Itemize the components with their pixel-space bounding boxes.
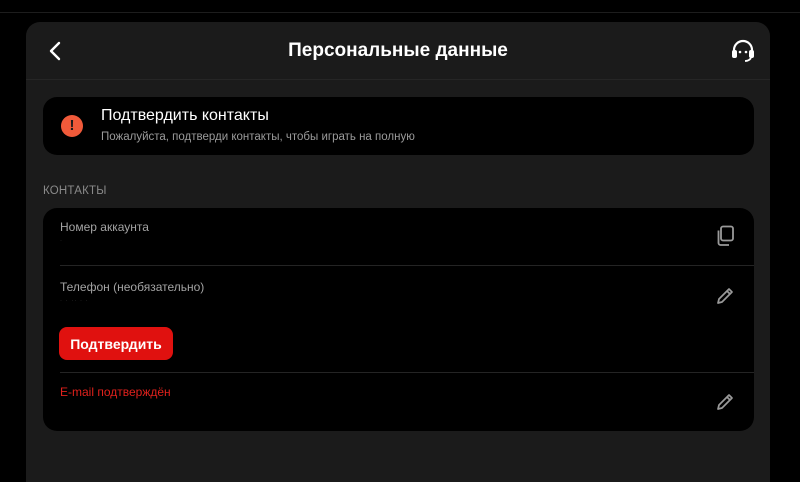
pencil-icon xyxy=(717,394,733,410)
alert-title: Подтвердить контакты xyxy=(101,107,269,124)
copy-button[interactable] xyxy=(713,224,737,248)
email-status: E-mail подтверждён xyxy=(60,385,171,399)
personal-data-panel: Персональные данные ! Подтвердить контак… xyxy=(26,22,770,482)
row-divider xyxy=(60,265,754,266)
header: Персональные данные xyxy=(26,22,770,80)
account-number-value: · xyxy=(60,238,63,244)
support-button[interactable] xyxy=(728,37,758,65)
phone-value: · · ·· · · xyxy=(60,298,89,304)
page-title: Персональные данные xyxy=(288,40,508,61)
exclamation-icon: ! xyxy=(61,115,83,137)
contacts-section-label: КОНТАКТЫ xyxy=(43,185,107,197)
edit-email-button[interactable] xyxy=(713,390,737,414)
edit-phone-button[interactable] xyxy=(713,284,737,308)
contacts-card: Номер аккаунта · Телефон (необязательно)… xyxy=(43,208,754,431)
copy-icon xyxy=(717,225,734,246)
pencil-icon xyxy=(717,288,733,304)
alert-subtitle: Пожалуйста, подтверди контакты, чтобы иг… xyxy=(101,131,415,143)
headset-icon xyxy=(732,39,754,62)
confirm-contacts-alert[interactable]: ! Подтвердить контакты Пожалуйста, подтв… xyxy=(43,97,754,155)
row-divider xyxy=(60,372,754,373)
confirm-phone-button[interactable]: Подтвердить xyxy=(59,327,173,360)
phone-label: Телефон (необязательно) xyxy=(60,280,205,294)
account-number-label: Номер аккаунта xyxy=(60,220,149,234)
top-divider xyxy=(0,12,800,13)
